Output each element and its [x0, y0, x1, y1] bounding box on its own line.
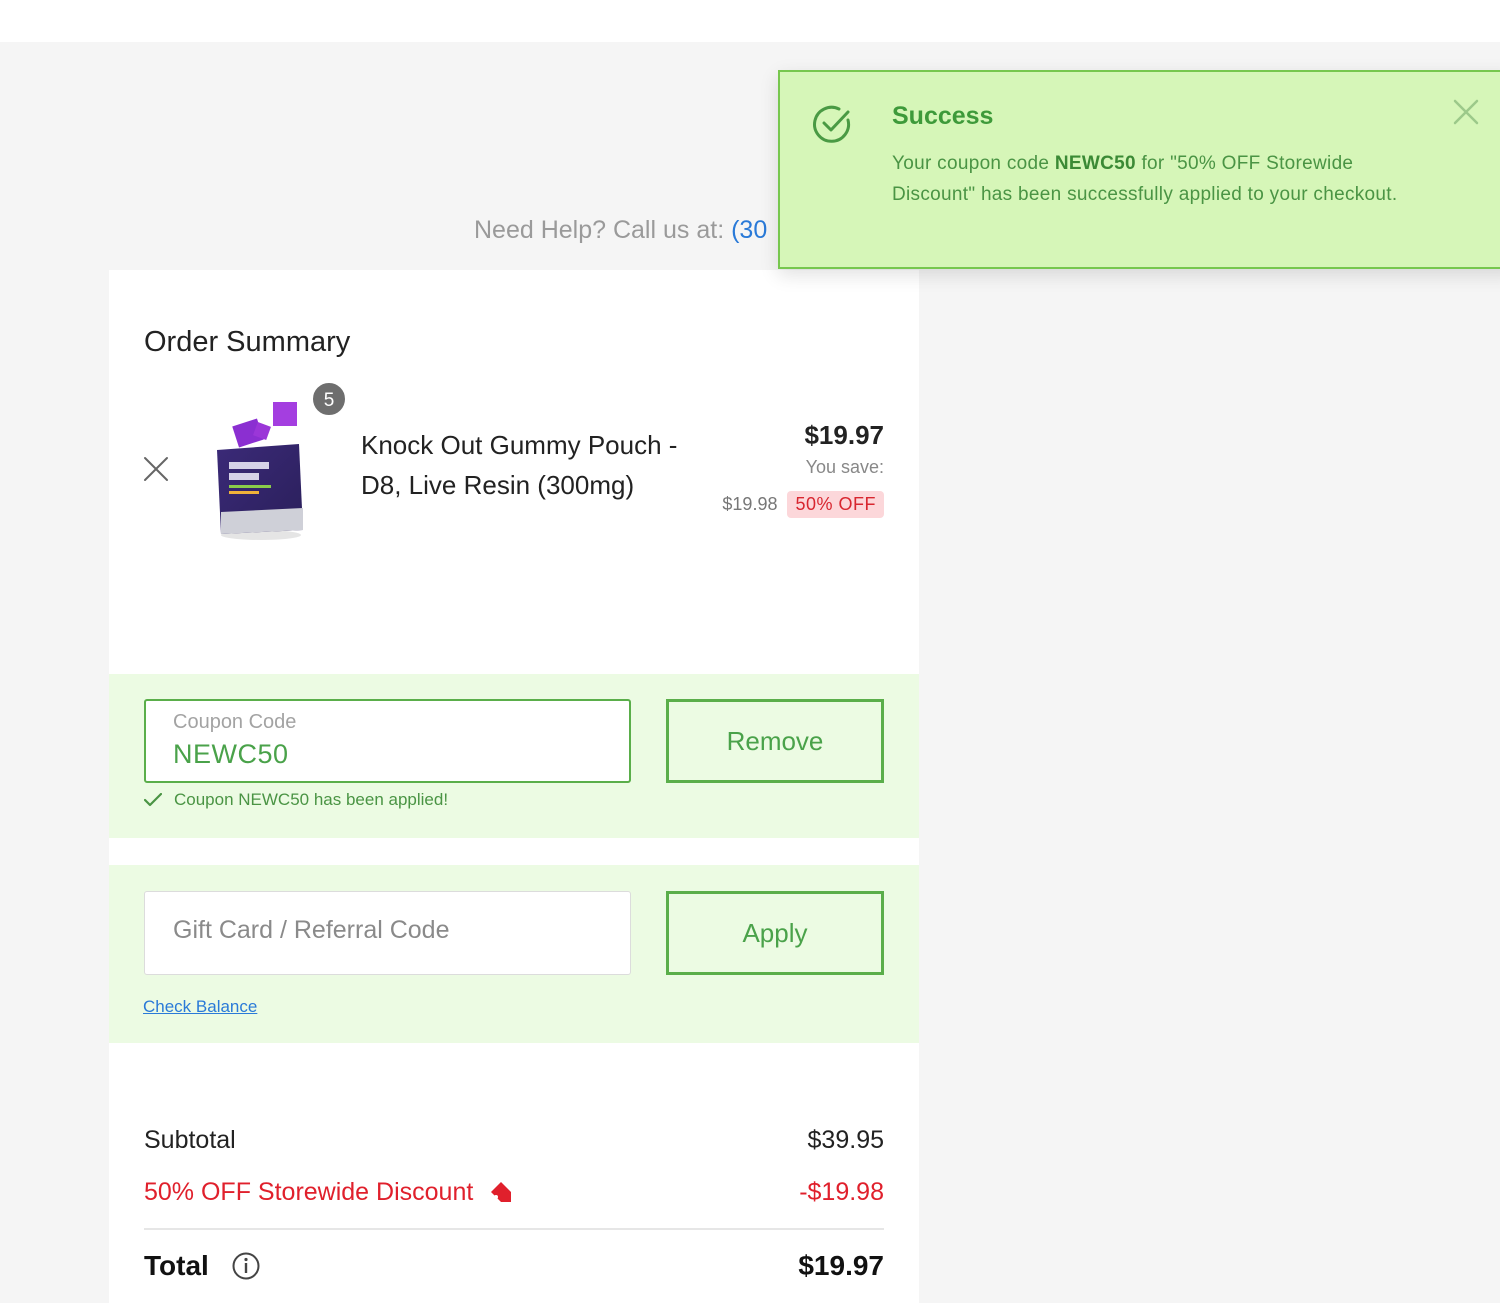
success-toast: Success Your coupon code NEWC50 for "50%…: [778, 70, 1500, 269]
remove-item-icon[interactable]: [143, 456, 169, 482]
product-price: $19.97: [804, 420, 884, 450]
help-line: Need Help? Call us at: (30: [474, 216, 767, 245]
tag-icon: [491, 1181, 512, 1202]
coupon-code-field[interactable]: Coupon Code NEWC50: [144, 699, 631, 783]
top-bar: [0, 0, 1500, 42]
gift-card-placeholder: Gift Card / Referral Code: [173, 916, 450, 944]
info-icon[interactable]: [231, 1251, 261, 1281]
discount-row: 50% OFF Storewide Discount -$19.98: [144, 1178, 884, 1207]
subtotal-label: Subtotal: [144, 1126, 236, 1154]
gift-card-panel: Gift Card / Referral Code Apply Check Ba…: [109, 865, 919, 1043]
check-circle-icon: [813, 105, 851, 143]
apply-gift-card-button[interactable]: Apply: [666, 891, 884, 975]
toast-message-pre: Your coupon code: [892, 153, 1055, 174]
discount-badge: 50% OFF: [787, 490, 884, 518]
coupon-panel: Coupon Code NEWC50 Remove Coupon NEWC50 …: [109, 674, 919, 838]
coupon-status-text: Coupon NEWC50 has been applied!: [174, 790, 449, 809]
coupon-code-label: Coupon Code: [173, 711, 297, 733]
toast-title: Success: [892, 102, 994, 130]
product-name: Knock Out Gummy Pouch - D8, Live Resin (…: [361, 430, 678, 500]
save-amount: $19.98: [722, 493, 778, 514]
totals-section: Subtotal $39.95 50% OFF Storewide Discou…: [109, 1070, 919, 1303]
totals-divider: [144, 1228, 884, 1230]
toast-coupon-code: NEWC50: [1054, 153, 1136, 174]
remove-coupon-button[interactable]: Remove: [666, 699, 884, 783]
order-summary-card: Order Summary 5 Knock Out Gummy Pouch - …: [109, 270, 919, 1303]
total-row: Total $19.97: [144, 1250, 884, 1282]
help-phone-link[interactable]: (30: [731, 216, 767, 244]
you-save-label: You save:: [805, 457, 884, 477]
order-summary-title: Order Summary: [144, 326, 351, 358]
total-label: Total: [144, 1250, 209, 1281]
discount-label-group: 50% OFF Storewide Discount: [144, 1178, 515, 1207]
coupon-code-value: NEWC50: [173, 739, 289, 769]
product-image: [217, 402, 303, 540]
check-icon: [144, 793, 162, 807]
discount-label: 50% OFF Storewide Discount: [144, 1178, 474, 1206]
quantity-badge: 5: [311, 381, 347, 417]
toast-message: Your coupon code NEWC50 for "50% OFF Sto…: [892, 148, 1412, 210]
subtotal-value: $39.95: [807, 1126, 884, 1154]
close-icon[interactable]: [1452, 98, 1480, 126]
subtotal-row: Subtotal $39.95: [144, 1126, 884, 1155]
help-text: Need Help? Call us at:: [474, 216, 732, 244]
total-label-group: Total: [144, 1250, 261, 1282]
gift-card-field[interactable]: Gift Card / Referral Code: [144, 891, 631, 975]
total-value: $19.97: [798, 1250, 884, 1281]
savings-row: $19.98 50% OFF: [722, 490, 884, 518]
order-items-section: Order Summary 5 Knock Out Gummy Pouch - …: [109, 270, 919, 647]
check-balance-link[interactable]: Check Balance: [143, 997, 257, 1017]
discount-value: -$19.98: [799, 1178, 884, 1206]
coupon-status: Coupon NEWC50 has been applied!: [144, 790, 448, 810]
